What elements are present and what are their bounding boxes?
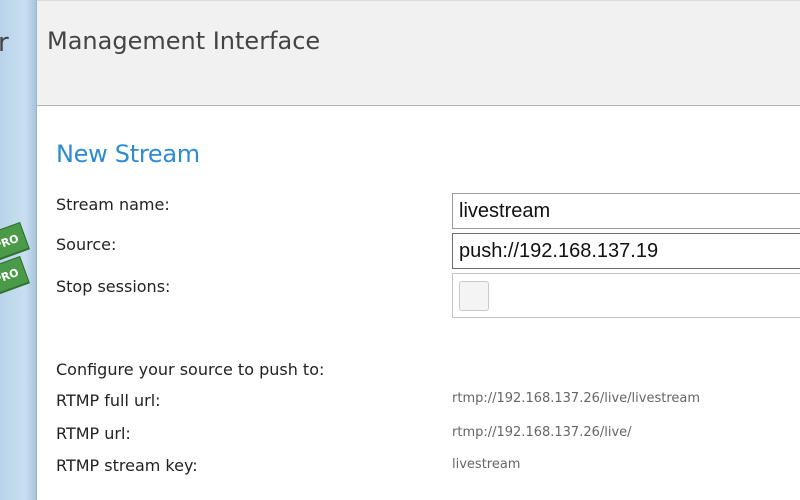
- sidebar-title-fragment: r: [0, 28, 9, 58]
- section-title: New Stream: [56, 140, 200, 168]
- source-label: Source:: [56, 235, 117, 254]
- rtmp-stream-key-label: RTMP stream key:: [56, 456, 198, 475]
- header-bar: Management Interface: [37, 0, 800, 106]
- source-input[interactable]: [452, 233, 800, 269]
- sidebar: r PRO PRO: [0, 0, 37, 500]
- stop-sessions-checkbox[interactable]: [459, 281, 489, 311]
- pro-badge: PRO: [0, 222, 30, 262]
- rtmp-url-value: rtmp://192.168.137.26/live/: [452, 425, 632, 440]
- rtmp-full-url-label: RTMP full url:: [56, 391, 161, 410]
- rtmp-full-url-value: rtmp://192.168.137.26/live/livestream: [452, 391, 701, 406]
- main-content: Management Interface New Stream Stream n…: [37, 0, 800, 500]
- rtmp-stream-key-value: livestream: [452, 457, 521, 472]
- page-title: Management Interface: [47, 27, 321, 55]
- push-config-heading: Configure your source to push to:: [56, 360, 325, 379]
- stop-sessions-field: [452, 273, 800, 318]
- stream-name-label: Stream name:: [56, 195, 170, 214]
- stop-sessions-label: Stop sessions:: [56, 277, 171, 296]
- pro-badge: PRO: [0, 256, 30, 296]
- stream-name-input[interactable]: [452, 193, 800, 229]
- rtmp-url-label: RTMP url:: [56, 424, 131, 443]
